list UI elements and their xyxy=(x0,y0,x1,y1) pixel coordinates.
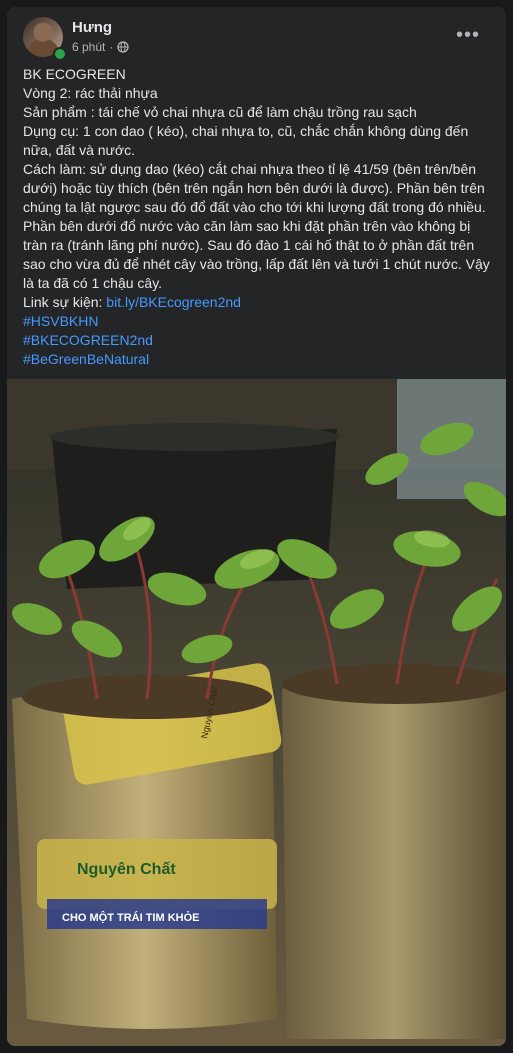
post-product-line: Sản phẩm : tái chế vỏ chai nhựa cũ để là… xyxy=(23,104,417,120)
post-meta: 6 phút · xyxy=(72,40,130,54)
bottle-label-text-1: Nguyên Chất xyxy=(77,861,176,878)
hashtag-2[interactable]: #BKECOGREEN2nd xyxy=(23,331,493,350)
post-title-line: BK ECOGREEN xyxy=(23,66,126,82)
post-tools-line: Dụng cụ: 1 con dao ( kéo), chai nhựa to,… xyxy=(23,123,469,158)
post-card: Hưng 6 phút · ••• BK ECOGREEN Vòng 2: rá… xyxy=(7,7,506,1046)
meta-separator: · xyxy=(109,40,114,54)
online-status-dot xyxy=(53,47,67,61)
globe-icon[interactable] xyxy=(117,41,130,53)
event-link[interactable]: bit.ly/BKEcogreen2nd xyxy=(106,294,241,310)
post-time[interactable]: 6 phút xyxy=(72,40,105,54)
post-header: Hưng 6 phút · ••• xyxy=(23,17,494,61)
post-body: BK ECOGREEN Vòng 2: rác thải nhựa Sản ph… xyxy=(23,65,493,369)
post-round-line: Vòng 2: rác thải nhựa xyxy=(23,85,158,101)
more-options-button[interactable]: ••• xyxy=(452,19,484,51)
more-horizontal-icon: ••• xyxy=(455,23,480,46)
hashtag-3[interactable]: #BeGreenBeNatural xyxy=(23,350,493,369)
link-prefix: Link sự kiện: xyxy=(23,294,107,310)
post-method-line: Cách làm: sử dụng dao (kéo) cắt chai nhự… xyxy=(23,161,490,291)
author-name[interactable]: Hưng xyxy=(72,19,112,36)
bottle-label-text-2: CHO MỘT TRÁI TIM KHỎE xyxy=(62,911,200,924)
post-link-line: Link sự kiện: bit.ly/BKEcogreen2nd xyxy=(23,293,493,312)
post-photo[interactable]: Nguyên Chất CHO MỘT TRÁI TIM KHỎE Nguyên… xyxy=(7,379,506,1046)
plant-pots-photo: Nguyên Chất CHO MỘT TRÁI TIM KHỎE Nguyên… xyxy=(7,379,506,1046)
hashtag-1[interactable]: #HSVBKHN xyxy=(23,312,493,331)
